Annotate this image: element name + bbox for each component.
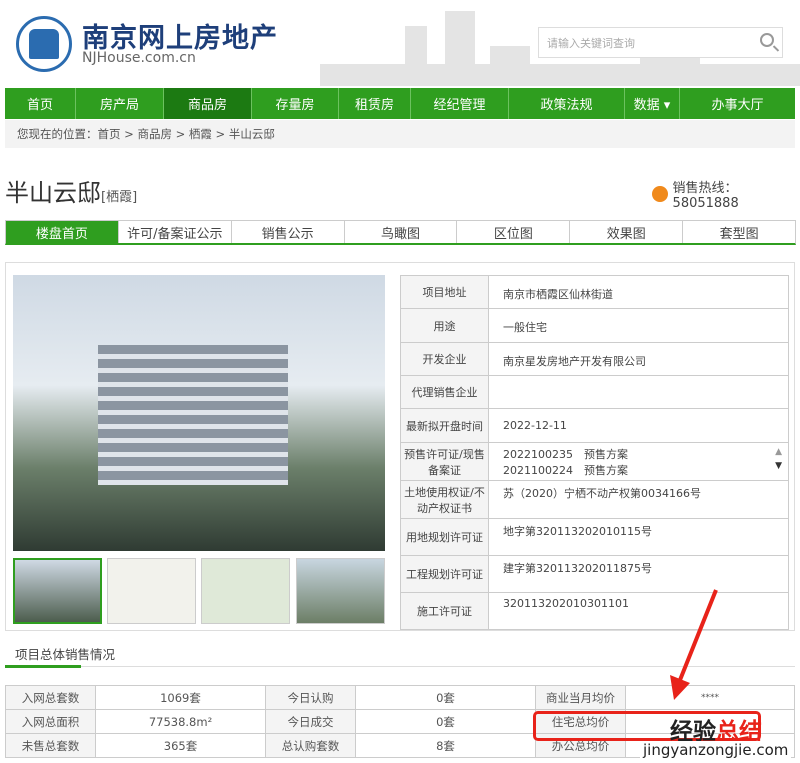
annotation-arrow-icon [670,589,718,700]
watermark-url: jingyanzongjie.com [640,741,792,759]
